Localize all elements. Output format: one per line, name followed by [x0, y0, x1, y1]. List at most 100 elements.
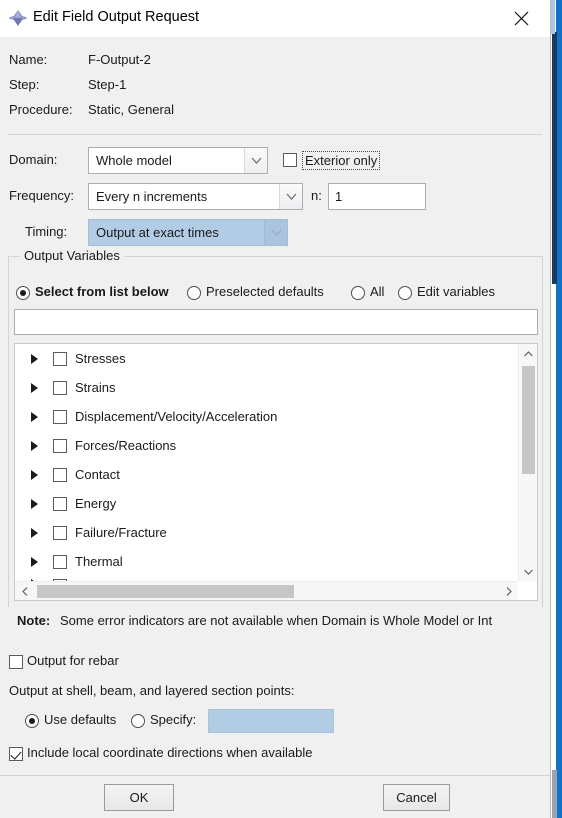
output-for-rebar-checkbox[interactable] [9, 655, 23, 669]
info-row-procedure: Procedure: Static, General [0, 97, 550, 122]
variable-filter-input[interactable] [14, 309, 538, 335]
tree-item-checkbox[interactable] [53, 468, 67, 482]
desktop-background-grey-strip [552, 770, 557, 818]
domain-combobox[interactable]: Whole model [88, 147, 268, 174]
domain-combobox-value: Whole model [96, 153, 172, 168]
footer-divider [0, 775, 550, 776]
tree-item-label: Forces/Reactions [75, 438, 177, 453]
note-label: Note: [17, 613, 51, 628]
exterior-only-checkbox[interactable] [283, 153, 297, 167]
cancel-button-label: Cancel [396, 790, 437, 805]
output-for-rebar-label[interactable]: Output for rebar [27, 653, 119, 668]
radio-select-from-list-label[interactable]: Select from list below [35, 284, 169, 299]
scroll-right-icon[interactable] [499, 582, 518, 600]
specify-section-points-input[interactable] [208, 709, 334, 733]
tree-row[interactable]: Contact [15, 460, 518, 489]
tree-horizontal-scrollbar[interactable] [15, 581, 518, 600]
scroll-up-icon[interactable] [519, 344, 537, 363]
radio-all-label[interactable]: All [370, 284, 384, 299]
info-row-name: Name: F-Output-2 [0, 47, 550, 72]
tree-row[interactable]: Strains [15, 373, 518, 402]
tree-item-checkbox[interactable] [53, 352, 67, 366]
tree-row[interactable]: Displacement/Velocity/Acceleration [15, 402, 518, 431]
tree-item-checkbox[interactable] [53, 381, 67, 395]
chevron-right-icon[interactable] [31, 412, 38, 422]
note-bar: Note: Some error indicators are not avai… [8, 607, 543, 635]
scrollbar-thumb[interactable] [37, 585, 294, 598]
include-local-directions-checkbox[interactable] [9, 747, 23, 761]
tree-item-label: Strains [75, 380, 116, 395]
step-value: Step-1 [88, 77, 127, 92]
scroll-left-icon[interactable] [15, 582, 34, 600]
radio-use-defaults[interactable] [25, 714, 39, 728]
chevron-down-icon [244, 148, 267, 173]
radio-use-defaults-label[interactable]: Use defaults [44, 712, 116, 727]
tree-item-checkbox[interactable] [53, 555, 67, 569]
tree-item-label: Thermal [75, 554, 123, 569]
chevron-down-icon [279, 184, 302, 209]
chevron-right-icon[interactable] [31, 383, 38, 393]
tree-row[interactable]: Energy [15, 489, 518, 518]
tree-row[interactable]: Forces/Reactions [15, 431, 518, 460]
close-icon[interactable] [500, 0, 542, 36]
tree-item-checkbox[interactable] [53, 526, 67, 540]
chevron-right-icon[interactable] [31, 441, 38, 451]
dialog-titlebar: Edit Field Output Request [0, 0, 550, 37]
radio-preselected-defaults-label[interactable]: Preselected defaults [206, 284, 324, 299]
note-text: Some error indicators are not available … [60, 613, 493, 628]
tree-item-label: Contact [75, 467, 120, 482]
section-points-label: Output at shell, beam, and layered secti… [9, 683, 295, 698]
info-row-step: Step: Step-1 [0, 72, 550, 97]
domain-label: Domain: [9, 152, 58, 167]
frequency-combobox[interactable]: Every n increments [88, 183, 303, 210]
name-value: F-Output-2 [88, 52, 151, 67]
name-label: Name: [9, 52, 48, 67]
radio-specify-label[interactable]: Specify: [150, 712, 196, 727]
scroll-down-icon[interactable] [519, 562, 537, 581]
tree-item-label: Energy [75, 496, 117, 511]
tree-item-label: Displacement/Velocity/Acceleration [75, 409, 278, 424]
radio-all[interactable] [351, 286, 365, 300]
tree-row[interactable]: Stresses [15, 344, 518, 373]
n-label: n: [311, 188, 322, 203]
ok-button-label: OK [129, 790, 149, 805]
output-variables-tree[interactable]: Stresses Strains Displacement/Velocity/A… [14, 343, 538, 601]
desktop-background-lightblue-strip [551, 0, 555, 34]
output-variables-group-title: Output Variables [20, 248, 124, 263]
tree-vertical-scrollbar[interactable] [518, 344, 537, 581]
tree-item-label: Failure/Fracture [75, 525, 167, 540]
timing-combobox-value: Output at exact times [96, 225, 219, 240]
frequency-label: Frequency: [9, 188, 75, 203]
chevron-right-icon[interactable] [31, 354, 38, 364]
include-local-directions-label[interactable]: Include local coordinate directions when… [27, 745, 312, 760]
timing-combobox[interactable]: Output at exact times [88, 219, 288, 246]
chevron-right-icon[interactable] [31, 470, 38, 480]
dialog-title: Edit Field Output Request [33, 9, 200, 25]
cancel-button[interactable]: Cancel [383, 784, 450, 811]
chevron-down-icon [264, 220, 287, 245]
radio-edit-variables[interactable] [398, 286, 412, 300]
scrollbar-thumb[interactable] [522, 366, 535, 474]
tree-item-checkbox[interactable] [53, 439, 67, 453]
desktop-background-navy-strip [552, 32, 557, 284]
timing-label: Timing: [25, 224, 68, 239]
frequency-row: Frequency: Every n increments n: 1 [0, 178, 550, 214]
radio-specify[interactable] [131, 714, 145, 728]
radio-preselected-defaults[interactable] [187, 286, 201, 300]
exterior-only-label[interactable]: Exterior only [302, 151, 381, 170]
abaqus-diamond-icon [8, 9, 28, 27]
edit-field-output-request-dialog: Edit Field Output Request Name: F-Output… [0, 0, 551, 818]
output-variables-radio-group: Select from list below Preselected defau… [0, 282, 550, 306]
chevron-right-icon[interactable] [31, 557, 38, 567]
ok-button[interactable]: OK [104, 784, 174, 811]
radio-edit-variables-label[interactable]: Edit variables [417, 284, 495, 299]
domain-row: Domain: Whole model Exterior only [0, 142, 550, 178]
tree-item-checkbox[interactable] [53, 497, 67, 511]
n-increments-input[interactable]: 1 [328, 183, 426, 210]
radio-select-from-list[interactable] [16, 286, 30, 300]
chevron-right-icon[interactable] [31, 499, 38, 509]
tree-row[interactable]: Thermal [15, 547, 518, 576]
tree-item-checkbox[interactable] [53, 410, 67, 424]
chevron-right-icon[interactable] [31, 528, 38, 538]
tree-row[interactable]: Failure/Fracture [15, 518, 518, 547]
